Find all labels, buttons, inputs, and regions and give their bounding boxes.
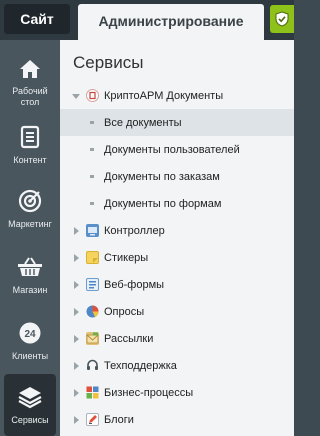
mail-icon xyxy=(86,332,99,345)
nav-marketing-label: Маркетинг xyxy=(8,219,52,229)
page-title: Сервисы xyxy=(73,53,144,72)
nav-clients[interactable]: 24 Клиенты xyxy=(0,310,60,372)
nav-clients-label: Клиенты xyxy=(11,351,49,361)
tree-item-webforms[interactable]: Веб-формы xyxy=(60,271,294,298)
webform-icon xyxy=(86,278,99,291)
chevron-right-icon[interactable] xyxy=(74,227,79,235)
tree-item-label: Блоги xyxy=(104,414,134,426)
tree-subitem-order-documents[interactable]: Документы по заказам xyxy=(60,163,294,190)
cryptoarm-icon xyxy=(86,89,99,102)
sticker-icon xyxy=(86,251,99,264)
tree-item-blogs[interactable]: Блоги xyxy=(60,406,294,433)
tree-item-mailings[interactable]: Рассылки xyxy=(60,325,294,352)
tree-subitem-user-documents[interactable]: Документы пользователей xyxy=(60,136,294,163)
tree-item-business-processes[interactable]: Бизнес-процессы xyxy=(60,379,294,406)
nav-content-label: Контент xyxy=(13,155,47,165)
tree-subitem-form-documents[interactable]: Документы по формам xyxy=(60,190,294,217)
tree-item-polls[interactable]: Опросы xyxy=(60,298,294,325)
services-tree: КриптоАРМ Документы Все документы Докуме… xyxy=(60,82,294,433)
services-panel: Сервисы КриптоАРМ Документы Все документ… xyxy=(60,40,294,436)
chevron-right-icon[interactable] xyxy=(74,362,79,370)
tab-administration[interactable]: Администрирование xyxy=(78,4,264,40)
basket-icon xyxy=(17,254,43,280)
tree-subitem-label: Документы по заказам xyxy=(104,171,220,183)
chevron-right-icon[interactable] xyxy=(74,389,79,397)
tree-item-controller[interactable]: Контроллер xyxy=(60,217,294,244)
tree-item-label: Контроллер xyxy=(104,225,165,237)
nav-services[interactable]: Сервисы xyxy=(4,374,56,436)
chevron-right-icon[interactable] xyxy=(74,281,79,289)
tree-item-label: КриптоАРМ Документы xyxy=(104,90,224,102)
chevron-right-icon[interactable] xyxy=(74,308,79,316)
home-icon xyxy=(17,56,43,81)
poll-icon xyxy=(86,305,99,318)
tree-subitem-all-documents[interactable]: Все документы xyxy=(60,109,294,136)
shield-check-icon xyxy=(275,11,289,27)
chevron-down-icon[interactable] xyxy=(72,94,80,99)
bizproc-icon xyxy=(86,386,99,399)
layers-icon xyxy=(17,384,43,410)
tree-subitem-label: Документы пользователей xyxy=(104,144,240,156)
clock-24-icon: 24 xyxy=(17,320,43,346)
tree-item-label: Веб-формы xyxy=(104,279,165,291)
top-bar: Сайт Администрирование xyxy=(0,0,294,40)
chevron-right-icon[interactable] xyxy=(74,335,79,343)
headset-icon xyxy=(86,359,99,372)
tree-item-stickers[interactable]: Стикеры xyxy=(60,244,294,271)
tree-subitem-label: Все документы xyxy=(104,117,182,129)
security-shield-button[interactable] xyxy=(270,5,294,33)
blog-icon xyxy=(86,413,99,426)
bullet-icon xyxy=(90,175,94,178)
tree-item-cryptoarm[interactable]: КриптоАРМ Документы xyxy=(60,82,294,109)
tree-item-label: Техподдержка xyxy=(104,360,177,372)
nav-shop-label: Магазин xyxy=(12,285,48,295)
tree-item-support[interactable]: Техподдержка xyxy=(60,352,294,379)
svg-text:24: 24 xyxy=(24,329,36,340)
tree-item-label: Опросы xyxy=(104,306,145,318)
nav-desktop[interactable]: Рабочий стол xyxy=(0,46,60,108)
nav-shop[interactable]: Магазин xyxy=(0,244,60,306)
tree-item-label: Рассылки xyxy=(104,333,154,345)
bullet-icon xyxy=(90,148,94,151)
tab-site[interactable]: Сайт xyxy=(4,4,70,34)
bullet-icon xyxy=(90,121,94,124)
target-icon xyxy=(17,188,43,214)
chevron-right-icon[interactable] xyxy=(74,416,79,424)
bullet-icon xyxy=(90,202,94,205)
tree-item-label: Бизнес-процессы xyxy=(104,387,194,399)
tree-item-label: Стикеры xyxy=(104,252,149,264)
nav-marketing[interactable]: Маркетинг xyxy=(0,178,60,240)
chevron-right-icon[interactable] xyxy=(74,254,79,262)
document-icon xyxy=(17,124,43,150)
left-nav: Рабочий стол Контент Маркетинг Магазин 2… xyxy=(0,40,60,436)
nav-content[interactable]: Контент xyxy=(0,114,60,176)
tree-subitem-label: Документы по формам xyxy=(104,198,222,210)
nav-services-label: Сервисы xyxy=(11,415,49,425)
controller-icon xyxy=(86,224,99,237)
nav-desktop-label: Рабочий стол xyxy=(12,86,48,107)
